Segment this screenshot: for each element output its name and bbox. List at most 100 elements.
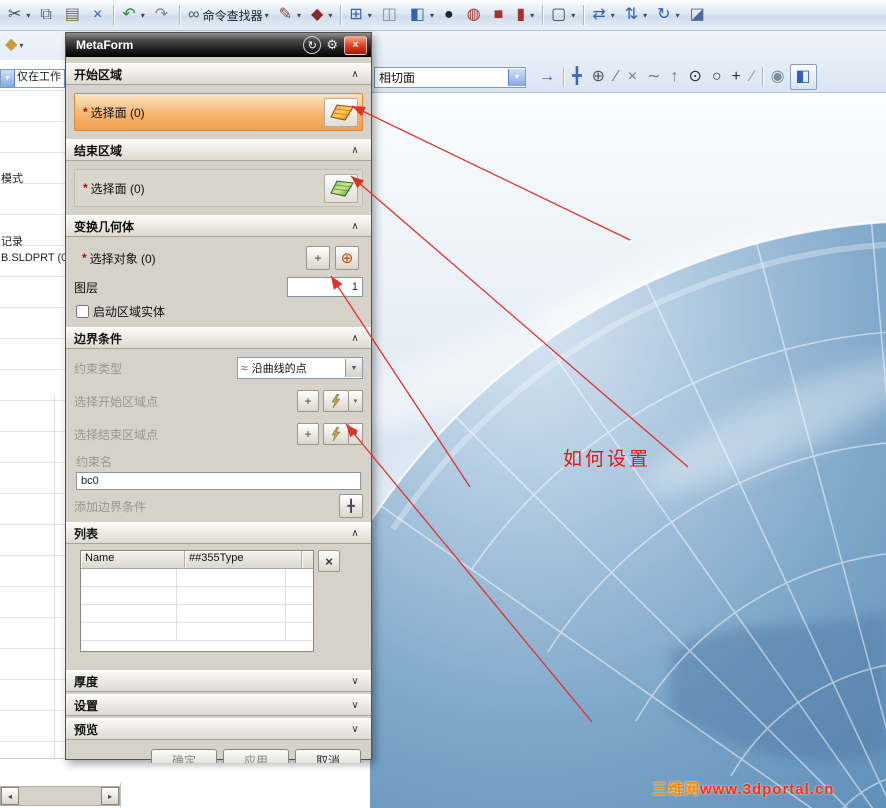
metaform-dialog: MetaForm ↻ ⚙ × 开始区域 ∧ * 选择面 (0) 结束区域 ∧ *… [65,32,372,763]
dialog-titlebar[interactable]: MetaForm ↻ ⚙ × [66,33,371,57]
end-region-select-face-row[interactable]: * 选择面 (0) [74,169,363,207]
add-boundary-button[interactable]: ╋ [339,494,363,518]
chevron-down-icon[interactable]: ▾ [349,423,363,445]
snap-pole-icon[interactable]: ↑ [665,65,683,89]
section-header-settings[interactable]: 设置 ∨ [66,694,371,716]
left-dock-icon-2[interactable]: ◨ ▾ [28,33,34,57]
start-region-solid-checkbox[interactable] [76,304,89,318]
snap-endpoint-icon[interactable]: ⊕ [587,65,610,89]
red-jar-icon[interactable]: ◍ [462,3,489,27]
command-finder-icon[interactable]: ∞ 命令查找器 ▾ [183,3,273,27]
dialog-reset-button[interactable]: ↻ [303,36,322,54]
end-point-snap-button[interactable] [323,423,349,445]
constraint-type-combo[interactable]: ≈ 沿曲线的点 ▼ [237,357,363,379]
blue-cube-icon[interactable]: ◧ ▾ [405,3,439,27]
undo-icon[interactable]: ↶ ▾ [117,3,149,27]
copy-icon[interactable]: ⧉ [35,3,59,27]
red-cube-icon[interactable]: ■ [489,3,512,27]
navigator-item-mode[interactable]: 模式 [1,170,65,186]
collapse-icon[interactable]: ∧ [347,528,363,539]
panel-divider [120,783,121,807]
chevron-down-icon[interactable]: ▼ [345,359,362,377]
collapse-icon[interactable]: ∧ [347,221,363,232]
redo-icon[interactable]: ↷ [150,3,176,27]
apply-button[interactable]: 应用 [223,749,289,763]
table-row[interactable] [81,587,313,605]
rotate-view-icon[interactable]: ↻ ▾ [652,3,684,27]
window-grid-icon[interactable]: ⊞ ▾ [344,3,376,27]
chevron-down-icon[interactable]: ▼ [1,70,15,87]
snap-midpoint-icon[interactable]: ∕ [610,65,623,89]
dialog-close-button[interactable]: × [344,35,367,55]
expand-icon[interactable]: ∨ [347,700,363,711]
start-region-select-face-row[interactable]: * 选择面 (0) [74,93,363,131]
snap-control-point-icon[interactable]: × [623,65,642,89]
boundary-list-area: Name ##355Type × [80,550,363,652]
section-header-thickness[interactable]: 厚度 ∨ [66,670,371,692]
orient-view-icon[interactable]: ⇅ ▾ [620,3,652,27]
scroll-left-button[interactable]: ◂ [1,787,19,805]
end-face-select-button[interactable] [324,173,358,203]
constraint-name-input[interactable] [76,472,361,490]
left-dock-icon-1[interactable]: ◆ ▾ [0,33,28,57]
expand-icon[interactable]: ∨ [347,676,363,687]
snap-icons: → ╋ ⊕ ∕ × ∼ ↑ ⊙ ○ + ∕ ◉ ◧ [534,64,817,90]
partial-edge-icon[interactable]: ◪ [685,3,713,27]
chevron-down-icon[interactable]: ▼ [508,68,525,86]
table-row[interactable] [81,623,313,641]
snap-point-toggle-icon[interactable]: ╋ [567,65,587,89]
apply-arrow-icon[interactable]: → [534,65,560,89]
view-glasses-icon[interactable]: ◫ [377,3,405,27]
collapse-icon[interactable]: ∧ [347,333,363,344]
collapse-icon[interactable]: ∧ [347,145,363,156]
end-point-dialog-button[interactable]: + [297,423,319,445]
table-row[interactable] [81,605,313,623]
expand-icon[interactable]: ∨ [347,724,363,735]
format-brush-icon[interactable]: ◆ ▾ [306,3,337,27]
chevron-down-icon[interactable]: ▾ [349,390,363,412]
remove-boundary-button[interactable]: × [318,550,340,572]
section-header-preview[interactable]: 预览 ∨ [66,718,371,740]
scroll-right-button[interactable]: ▸ [101,787,119,805]
boundary-list-table[interactable]: Name ##355Type [80,550,314,652]
delete-icon[interactable]: × [88,3,110,27]
red-cylinder-icon[interactable]: ▮ ▾ [511,3,539,27]
section-header-start-region[interactable]: 开始区域 ∧ [66,63,371,85]
navigator-item-history[interactable]: 记录 [1,233,65,249]
dialog-options-button[interactable]: ⚙ [326,37,338,53]
section-header-transform-geometry[interactable]: 变换几何体 ∧ [66,215,371,237]
select-object-row[interactable]: * 选择对象 (0) + ⊕ [74,243,363,273]
start-face-select-button[interactable] [324,97,358,127]
graphics-viewport[interactable] [370,92,886,808]
snap-existing-point-icon[interactable]: + [727,65,746,89]
display-panel-icon[interactable]: ▢ ▾ [546,3,580,27]
work-part-combo[interactable]: ▼ 仅在工作 [0,69,65,88]
pen-tool-icon[interactable]: ✎ ▾ [274,3,306,27]
swap-view-icon[interactable]: ⇄ ▾ [587,3,619,27]
section-header-boundary-conditions[interactable]: 边界条件 ∧ [66,327,371,349]
csys-constructor-button[interactable]: ⊕ [335,246,359,270]
paste-icon[interactable]: ▤ [60,3,88,27]
cancel-button[interactable]: 取消 [295,749,361,763]
layer-input[interactable] [287,277,363,297]
snap-point-on-curve-icon[interactable]: ∕ [746,65,759,89]
section-header-end-region[interactable]: 结束区域 ∧ [66,139,371,161]
navigator-item-part[interactable]: B.SLDPRT (0 [1,252,65,264]
snap-curve-point-icon[interactable]: ∼ [642,65,665,89]
sphere-tool-icon[interactable]: ◉ [766,65,790,89]
shaded-sphere-icon[interactable]: ● [439,3,462,27]
section-header-list[interactable]: 列表 ∧ [66,522,371,544]
table-row[interactable] [81,569,313,587]
snap-arc-center-icon[interactable]: ⊙ [683,65,706,89]
collapse-icon[interactable]: ∧ [347,69,363,80]
point-constructor-button[interactable]: + [306,246,330,270]
ok-button[interactable]: 确定 [151,749,217,763]
cut-icon[interactable]: ✂ ▾ [3,3,35,27]
horizontal-scrollbar[interactable]: ◂ ▸ [0,786,120,806]
toolbar-separator [761,67,763,87]
work-cube-icon[interactable]: ◧ [789,64,817,90]
selection-filter-combo[interactable]: 相切面 ▼ [374,66,526,88]
start-point-dialog-button[interactable]: + [297,390,319,412]
start-point-snap-button[interactable] [323,390,349,412]
snap-quadrant-icon[interactable]: ○ [707,65,727,89]
